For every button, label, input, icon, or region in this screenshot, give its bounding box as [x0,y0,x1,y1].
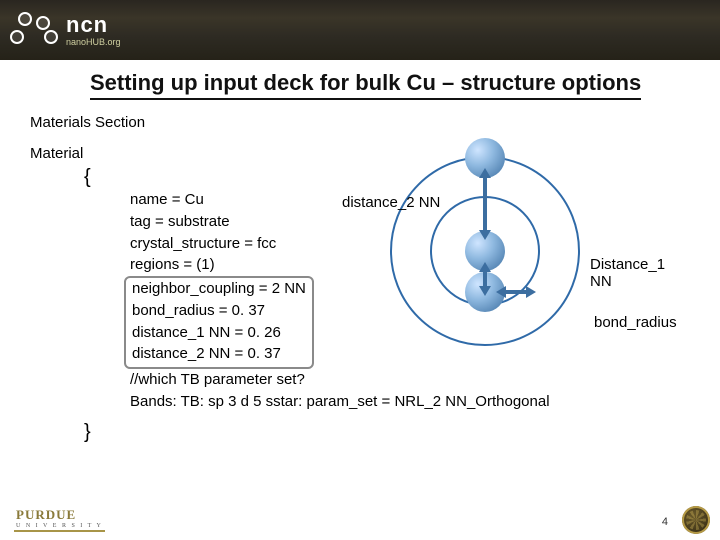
label-distance-1nn: Distance_1 NN [590,256,670,290]
section-heading: Materials Section [30,114,690,131]
highlighted-params-box: neighbor_coupling = 2 NN bond_radius = 0… [124,276,314,369]
label-bond-radius: bond_radius [594,314,677,331]
page-number: 4 [662,516,668,528]
nsf-logo-icon [682,506,710,534]
code-line-bondradius: bond_radius = 0. 37 [132,300,306,322]
footer: PURDUE U N I V E R S I T Y 4 [0,504,720,534]
arrow-distance-2nn-icon [483,176,487,232]
nn-distance-diagram: distance_2 NN Distance_1 NN bond_radius [370,136,670,376]
arrow-distance-1nn-icon [483,270,487,288]
code-line-dist2: distance_2 NN = 0. 37 [132,343,306,365]
content-area: Materials Section Material { name = Cu t… [0,100,720,444]
code-line-neighbor: neighbor_coupling = 2 NN [132,278,306,300]
purdue-text: PURDUE [16,507,76,522]
label-distance-2nn: distance_2 NN [342,194,440,211]
header-bar: ncn nanoHUB.org [0,0,720,60]
slide-title: Setting up input deck for bulk Cu – stru… [90,70,641,100]
purdue-logo: PURDUE U N I V E R S I T Y [14,507,105,532]
brand-logo: ncn nanoHUB.org [10,12,121,48]
ncn-logo-icon [10,12,60,48]
brand-sub: nanoHUB.org [66,38,121,47]
code-line-bands: Bands: TB: sp 3 d 5 sstar: param_set = N… [130,391,690,413]
brand-main: ncn [66,14,121,36]
arrow-bond-radius-icon [504,290,528,294]
brace-close: } [84,421,690,444]
brand-text: ncn nanoHUB.org [66,14,121,47]
purdue-subtext: U N I V E R S I T Y [16,523,103,529]
code-line-dist1: distance_1 NN = 0. 26 [132,322,306,344]
